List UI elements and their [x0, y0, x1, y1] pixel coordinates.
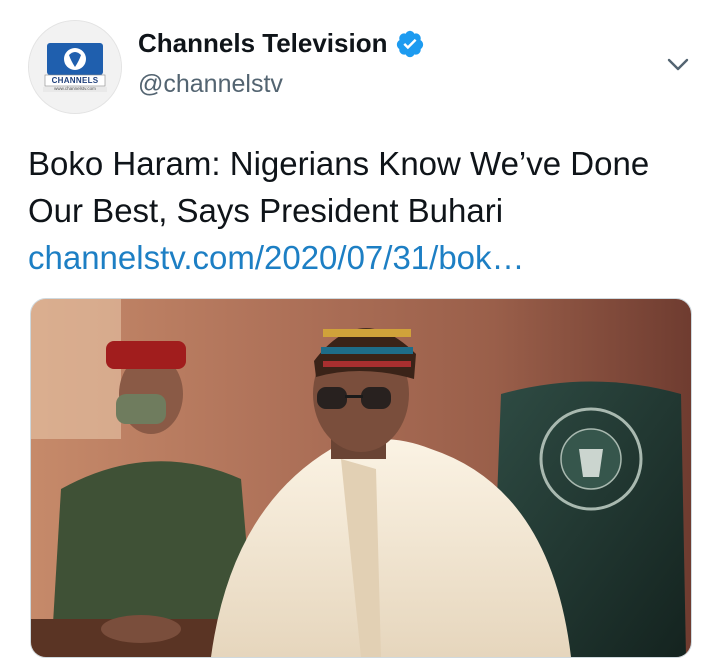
tweet-link[interactable]: channelstv.com/2020/07/31/bok… [28, 234, 703, 281]
tweet-text: Boko Haram: Nigerians Know We’ve Done Ou… [28, 140, 703, 281]
photo-illustration [31, 299, 691, 657]
tweet-text-line-1: Boko Haram: Nigerians Know We’ve Done [28, 145, 650, 182]
tweet-text-line-2: Our Best, Says President Buhari [28, 192, 504, 229]
author-name-row[interactable]: Channels Television [138, 28, 425, 59]
avatar-label: CHANNELS [51, 76, 99, 85]
channels-logo-icon [29, 21, 121, 113]
avatar-sublabel: www.channelstv.com [54, 86, 96, 91]
avatar[interactable]: CHANNELS www.channelstv.com [28, 20, 122, 114]
verified-badge-icon [397, 30, 424, 57]
chevron-down-icon[interactable] [664, 50, 692, 78]
author-handle[interactable]: @channelstv [138, 70, 283, 99]
author-name[interactable]: Channels Television [138, 28, 387, 59]
tweet-media-photo[interactable] [30, 298, 692, 658]
